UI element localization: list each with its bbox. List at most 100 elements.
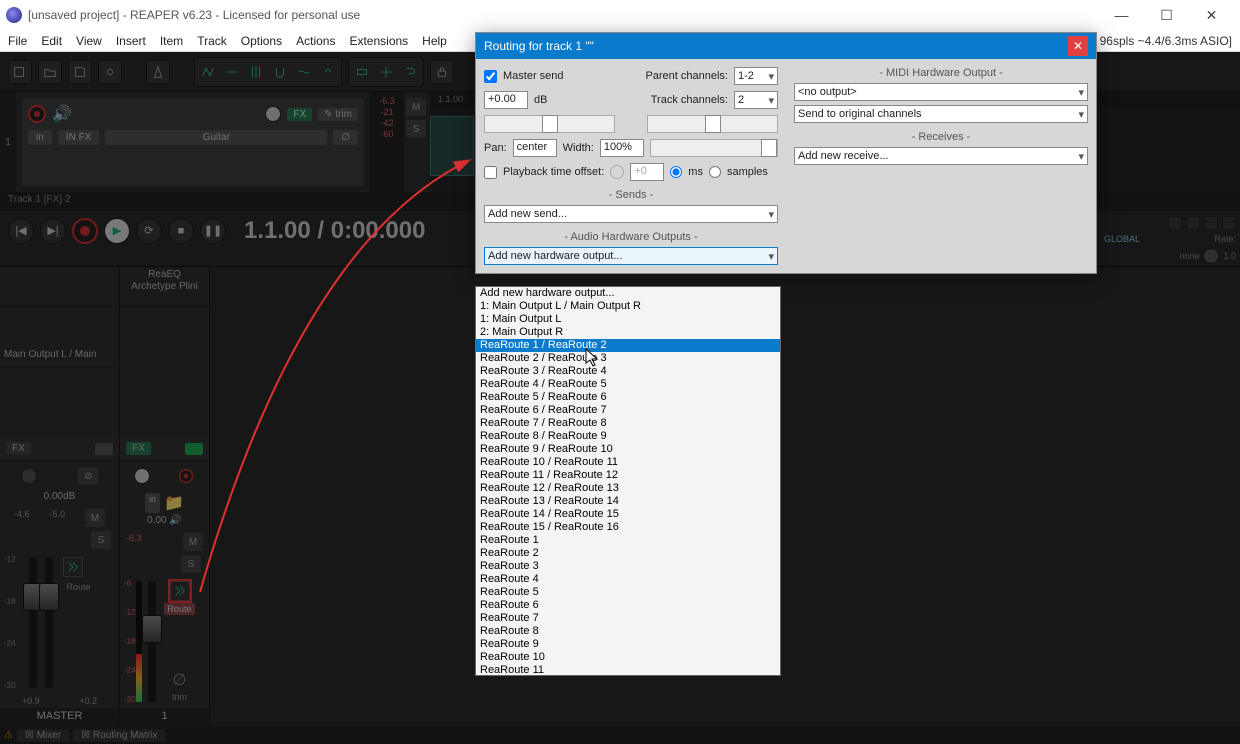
autocross-icon[interactable] — [197, 60, 219, 84]
dropdown-item[interactable]: ReaRoute 8 / ReaRoute 9 — [476, 430, 780, 443]
repeat-button[interactable]: ⟳ — [136, 218, 162, 244]
phase-button[interactable]: ∅ — [333, 130, 358, 145]
dialog-close-button[interactable]: ✕ — [1068, 36, 1088, 56]
master-fader2[interactable] — [45, 557, 53, 688]
rate-knob[interactable] — [1203, 248, 1219, 264]
menu-options[interactable]: Options — [241, 34, 282, 48]
new-project-icon[interactable] — [8, 60, 32, 84]
trim-label[interactable]: trim — [172, 692, 187, 702]
mute-button[interactable]: M — [406, 98, 426, 116]
track-fx-power[interactable] — [185, 443, 203, 455]
midi-channel-combo[interactable]: Send to original channels — [794, 105, 1088, 123]
pto-samples-radio[interactable] — [709, 166, 721, 178]
dropdown-item[interactable]: ReaRoute 5 — [476, 586, 780, 599]
snap-icon[interactable] — [269, 60, 291, 84]
dropdown-item[interactable]: ReaRoute 6 — [476, 599, 780, 612]
envelope-icon[interactable] — [221, 60, 243, 84]
midi-output-combo[interactable]: <no output> — [794, 83, 1088, 101]
infx-dropdown[interactable]: IN FX — [58, 130, 100, 145]
dropdown-item[interactable]: ReaRoute 14 / ReaRoute 15 — [476, 508, 780, 521]
track-recarm[interactable] — [179, 469, 193, 483]
master-send-checkbox[interactable] — [484, 70, 497, 83]
input-dropdown[interactable]: in — [28, 130, 52, 145]
dropdown-item[interactable]: ReaRoute 2 / ReaRoute 3 — [476, 352, 780, 365]
dropdown-item[interactable]: ReaRoute 11 / ReaRoute 12 — [476, 469, 780, 482]
dropdown-item[interactable]: ReaRoute 4 — [476, 573, 780, 586]
dropdown-item[interactable]: ReaRoute 3 — [476, 560, 780, 573]
pan-slider[interactable] — [647, 115, 778, 133]
width-slider[interactable] — [650, 139, 778, 157]
speaker-icon[interactable]: 🔊 — [52, 104, 72, 124]
dropdown-item[interactable]: ReaRoute 1 — [476, 534, 780, 547]
dropdown-item[interactable]: ReaRoute 15 / ReaRoute 16 — [476, 521, 780, 534]
master-fx-power[interactable] — [95, 443, 113, 455]
close-button[interactable]: ✕ — [1189, 0, 1234, 30]
add-receive-combo[interactable]: Add new receive... — [794, 147, 1088, 165]
go-end-button[interactable]: ▶| — [40, 218, 66, 244]
t-speaker-icon[interactable]: 🔊 — [169, 515, 181, 526]
pan-knob[interactable] — [265, 106, 281, 122]
track-number[interactable]: 1 — [0, 92, 16, 192]
dropdown-item[interactable]: ReaRoute 10 / ReaRoute 11 — [476, 456, 780, 469]
ripple-icon[interactable] — [293, 60, 315, 84]
play-button[interactable]: ▶ — [104, 218, 130, 244]
dropdown-item[interactable]: ReaRoute 9 — [476, 638, 780, 651]
audio-status[interactable]: 96spls ~4.4/6.3ms ASIO] — [1100, 34, 1232, 48]
dropdown-item[interactable]: ReaRoute 8 — [476, 625, 780, 638]
master-mute[interactable]: M — [85, 509, 105, 527]
open-icon[interactable] — [38, 60, 62, 84]
menu-insert[interactable]: Insert — [116, 34, 146, 48]
track-mute[interactable]: M — [183, 533, 203, 551]
master-label[interactable]: MASTER — [0, 708, 119, 726]
dropdown-item[interactable]: ReaRoute 7 / ReaRoute 8 — [476, 417, 780, 430]
gear-icon[interactable] — [1222, 216, 1236, 230]
volume-slider[interactable] — [484, 115, 615, 133]
folder-icon[interactable]: 📁 — [164, 493, 184, 513]
dropdown-item[interactable]: ReaRoute 11 — [476, 664, 780, 675]
dropdown-item[interactable]: ReaRoute 5 / ReaRoute 6 — [476, 391, 780, 404]
env-icon[interactable] — [1168, 216, 1182, 230]
master-knob1[interactable] — [21, 468, 37, 484]
menu-track[interactable]: Track — [197, 34, 227, 48]
master-mono[interactable]: ⊘ — [78, 467, 98, 485]
dropdown-item[interactable]: ReaRoute 1 / ReaRoute 2 — [476, 339, 780, 352]
tab-mixer[interactable]: ☒ Mixer — [17, 729, 69, 742]
global-none[interactable]: none — [1179, 251, 1199, 261]
media-item[interactable] — [430, 116, 474, 176]
dropdown-item[interactable]: 1: Main Output L — [476, 313, 780, 326]
go-start-button[interactable]: |◀ — [8, 218, 34, 244]
master-solo[interactable]: S — [91, 531, 111, 549]
lock-icon[interactable] — [430, 60, 454, 84]
menu-actions[interactable]: Actions — [296, 34, 335, 48]
master-route-button[interactable] — [63, 557, 83, 577]
dropdown-item[interactable]: 1: Main Output L / Main Output R — [476, 300, 780, 313]
plus-icon[interactable] — [1204, 216, 1218, 230]
move-icon[interactable] — [375, 60, 397, 84]
dropdown-item[interactable]: ReaRoute 6 / ReaRoute 7 — [476, 404, 780, 417]
add-hw-output-combo[interactable]: Add new hardware output... — [484, 247, 778, 265]
master-output[interactable]: Main Output L / Main — [0, 347, 119, 367]
menu-edit[interactable]: Edit — [41, 34, 62, 48]
maximize-button[interactable]: ☐ — [1144, 0, 1189, 30]
dropdown-item[interactable]: ReaRoute 13 / ReaRoute 14 — [476, 495, 780, 508]
track-name-field[interactable]: Guitar — [105, 130, 327, 145]
dropdown-item[interactable]: ReaRoute 10 — [476, 651, 780, 664]
pto-checkbox[interactable] — [484, 166, 497, 179]
menu-help[interactable]: Help — [422, 34, 447, 48]
track-fader[interactable] — [148, 581, 156, 702]
dropdown-item[interactable]: ReaRoute 3 / ReaRoute 4 — [476, 365, 780, 378]
fx-button[interactable]: FX — [287, 108, 312, 121]
master-db[interactable]: 0.00dB — [0, 491, 119, 507]
track-solo[interactable]: S — [181, 555, 201, 573]
pause-button[interactable]: ❚❚ — [200, 218, 226, 244]
solo-button[interactable]: S — [406, 120, 426, 138]
pto-field[interactable]: +0 — [630, 163, 664, 181]
settings-icon[interactable] — [98, 60, 122, 84]
menu-file[interactable]: File — [8, 34, 27, 48]
dropdown-item[interactable]: 2: Main Output R — [476, 326, 780, 339]
track-ch-combo[interactable]: 2 — [734, 91, 778, 109]
phase-icon[interactable]: ∅ — [173, 670, 187, 690]
track-label[interactable]: 1 — [120, 708, 209, 726]
pan-field[interactable]: center — [513, 139, 557, 157]
dropdown-item[interactable]: Add new hardware output... — [476, 287, 780, 300]
